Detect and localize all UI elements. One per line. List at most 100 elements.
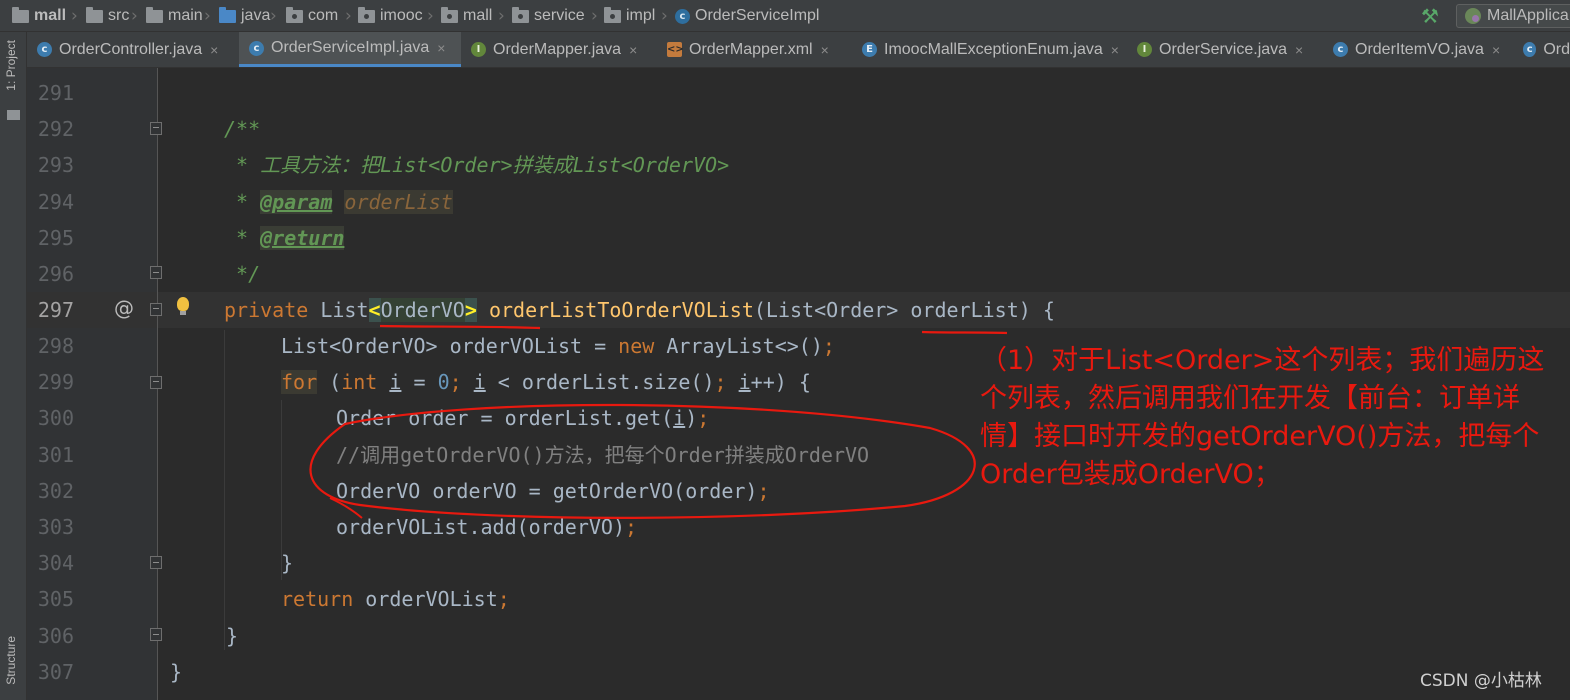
line-number: 303 bbox=[37, 515, 74, 539]
run-config-label: MallApplica bbox=[1487, 7, 1569, 24]
breadcrumb-mall[interactable]: mall bbox=[441, 0, 492, 32]
tab-order-item-vo[interactable]: c OrderItemVO.java × bbox=[1323, 32, 1513, 67]
line-number: 305 bbox=[37, 587, 74, 611]
line-number: 296 bbox=[37, 262, 74, 286]
class-icon: c bbox=[1523, 42, 1537, 57]
breadcrumb-main[interactable]: main bbox=[146, 0, 203, 32]
close-icon[interactable]: × bbox=[1492, 42, 1500, 58]
code-line-300: Order order = orderList.get(i); bbox=[336, 406, 710, 430]
line-number: 295 bbox=[37, 226, 74, 250]
breadcrumb-java[interactable]: java bbox=[219, 0, 270, 32]
close-icon[interactable]: × bbox=[1295, 42, 1303, 58]
fold-marker-icon[interactable] bbox=[150, 122, 162, 135]
build-hammer-icon[interactable]: ⚒ bbox=[1418, 5, 1442, 27]
fold-marker-icon[interactable] bbox=[150, 376, 162, 389]
code-line-293: * 工具方法：把List<Order>拼装成List<OrderVO> bbox=[224, 153, 730, 177]
code-line-306: } bbox=[226, 624, 239, 648]
line-number-current: 297 bbox=[37, 298, 74, 322]
run-configuration-selector[interactable]: MallApplica bbox=[1456, 4, 1570, 28]
tab-order-mapper-java[interactable]: I OrderMapper.java × bbox=[461, 32, 657, 67]
code-line-298: List<OrderVO> orderVOList = new ArrayLis… bbox=[281, 334, 835, 358]
fold-marker-icon[interactable] bbox=[150, 266, 162, 279]
code-line-297: private List<OrderVO> orderListToOrderVO… bbox=[224, 298, 1055, 322]
interface-icon: I bbox=[1137, 42, 1152, 57]
source-folder-icon bbox=[219, 6, 236, 23]
tab-label: OrderMapper.java bbox=[493, 40, 622, 58]
tab-order-controller[interactable]: c OrderController.java × bbox=[27, 32, 239, 67]
tab-label: OrderItemVO.java bbox=[1355, 40, 1484, 58]
code-line-294: * @param orderList bbox=[224, 190, 453, 214]
breadcrumb-com[interactable]: com bbox=[286, 0, 338, 32]
fold-marker-icon[interactable] bbox=[150, 303, 162, 316]
project-folder-icon bbox=[12, 6, 29, 23]
override-at-icon[interactable]: @ bbox=[114, 296, 134, 320]
breadcrumb-separator: › bbox=[498, 6, 505, 26]
project-tool-tab[interactable]: 1: Project bbox=[4, 40, 18, 91]
annotation-note: （1）对于List<Order>这个列表；我们遍历这个列表，然后调用我们在开发【… bbox=[980, 345, 1545, 490]
package-icon bbox=[512, 6, 529, 23]
close-icon[interactable]: × bbox=[210, 42, 218, 58]
close-icon[interactable]: × bbox=[821, 42, 829, 58]
close-icon[interactable]: × bbox=[1111, 42, 1119, 58]
folder-icon bbox=[86, 6, 103, 23]
tab-order-service-impl[interactable]: c OrderServiceImpl.java × bbox=[239, 32, 461, 67]
breadcrumb-impl[interactable]: impl bbox=[604, 0, 655, 32]
class-icon: c bbox=[675, 8, 690, 24]
breadcrumb-service[interactable]: service bbox=[512, 0, 585, 32]
line-number: 299 bbox=[37, 370, 74, 394]
breadcrumb-label: impl bbox=[626, 7, 656, 24]
intention-bulb-icon[interactable] bbox=[177, 297, 189, 315]
package-icon bbox=[358, 6, 375, 23]
code-line-299: for (int i = 0; i < orderList.size(); i+… bbox=[281, 370, 811, 394]
code-line-292: /** bbox=[224, 117, 261, 141]
structure-tool-tab[interactable]: Structure bbox=[4, 636, 18, 685]
tab-exception-enum[interactable]: E ImoocMallExceptionEnum.java × bbox=[852, 32, 1127, 67]
tab-label: OrderService.java bbox=[1159, 40, 1288, 58]
line-number: 292 bbox=[37, 117, 74, 141]
code-line-302: OrderVO orderVO = getOrderVO(order); bbox=[336, 479, 770, 503]
package-icon bbox=[441, 6, 458, 23]
close-icon[interactable]: × bbox=[437, 40, 445, 56]
breadcrumb-separator: › bbox=[270, 6, 277, 26]
fold-marker-icon[interactable] bbox=[150, 628, 162, 641]
breadcrumb-label: src bbox=[108, 7, 130, 24]
line-number: 301 bbox=[37, 443, 74, 467]
navigation-bar: mall › src › main › java › com › imooc ›… bbox=[0, 0, 1570, 32]
package-icon bbox=[286, 6, 303, 23]
left-tool-strip: 1: Project Structure bbox=[0, 32, 27, 700]
breadcrumb-label: OrderServiceImpl bbox=[695, 7, 820, 24]
code-line-301: //调用getOrderVO()方法，把每个Order拼装成OrderVO bbox=[336, 443, 870, 467]
breadcrumb-src[interactable]: src bbox=[86, 0, 129, 32]
tab-order-service[interactable]: I OrderService.java × bbox=[1127, 32, 1323, 67]
breadcrumb-project[interactable]: mall bbox=[12, 0, 66, 32]
package-icon bbox=[604, 6, 621, 23]
tab-order-mapper-xml[interactable]: <> OrderMapper.xml × bbox=[657, 32, 852, 67]
breadcrumb-label: service bbox=[534, 7, 585, 24]
fold-marker-icon[interactable] bbox=[150, 556, 162, 569]
line-number: 300 bbox=[37, 406, 74, 430]
class-icon: c bbox=[249, 40, 264, 56]
breadcrumb-label: com bbox=[308, 7, 339, 24]
tab-label: ImoocMallExceptionEnum.java bbox=[884, 40, 1103, 58]
tab-label: OrderController.java bbox=[59, 40, 203, 58]
folder-icon bbox=[146, 6, 163, 23]
line-number: 306 bbox=[37, 624, 74, 648]
breadcrumb-separator: › bbox=[345, 6, 352, 26]
line-number: 294 bbox=[37, 190, 74, 214]
line-number: 298 bbox=[37, 334, 74, 358]
breadcrumb-label: mall bbox=[463, 7, 493, 24]
tab-label: OrderServiceImpl.java bbox=[271, 39, 430, 56]
breadcrumb-class[interactable]: c OrderServiceImpl bbox=[675, 0, 819, 32]
close-icon[interactable]: × bbox=[629, 42, 637, 58]
project-folder-icon[interactable] bbox=[7, 110, 20, 120]
editor-tab-bar: c OrderController.java × c OrderServiceI… bbox=[27, 32, 1570, 68]
interface-icon: I bbox=[471, 42, 486, 57]
breadcrumb-imooc[interactable]: imooc bbox=[358, 0, 423, 32]
code-line-305: return orderVOList; bbox=[281, 587, 510, 611]
class-icon: c bbox=[1333, 42, 1348, 57]
breadcrumb-separator: › bbox=[204, 6, 211, 26]
enum-icon: E bbox=[862, 42, 877, 57]
tab-overflow[interactable]: c Ord bbox=[1513, 32, 1570, 67]
line-number: 291 bbox=[37, 81, 74, 105]
line-number: 304 bbox=[37, 551, 74, 575]
